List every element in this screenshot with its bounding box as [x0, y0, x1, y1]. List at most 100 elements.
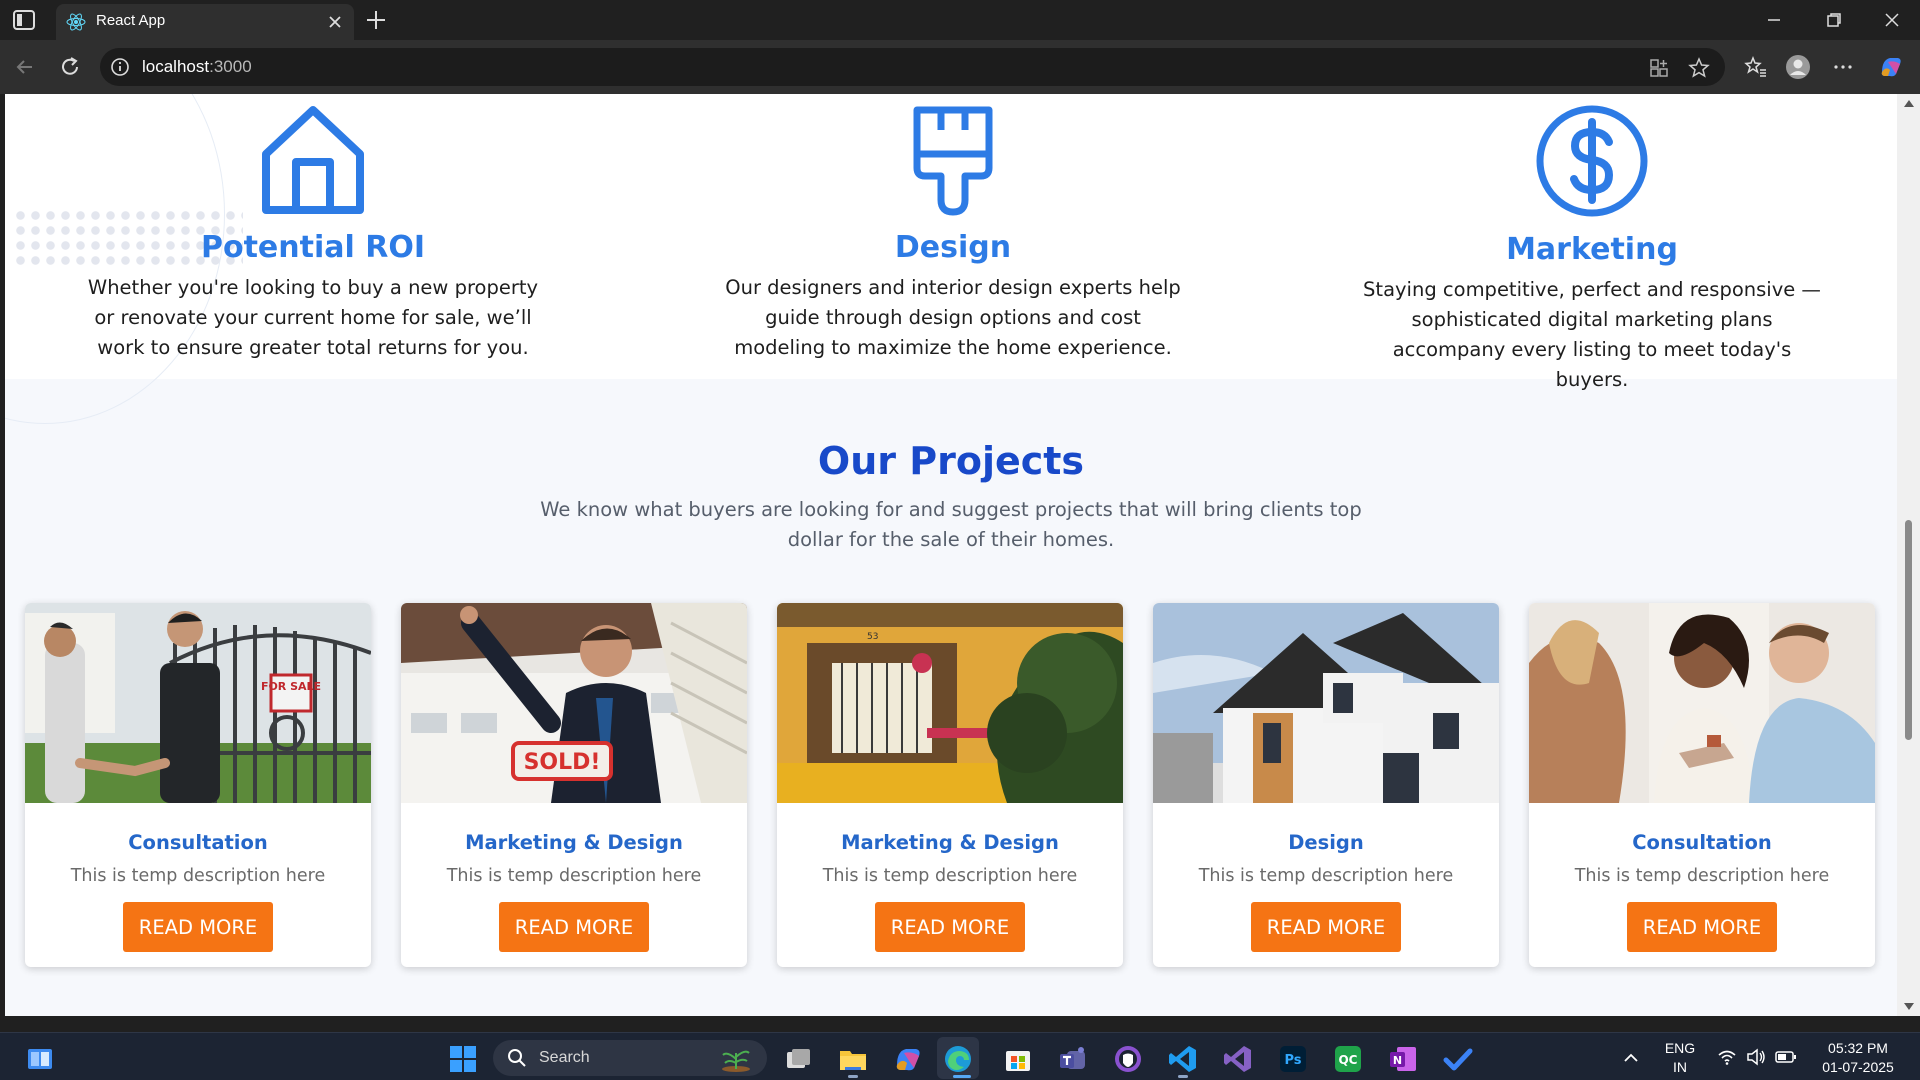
start-icon[interactable] [447, 1043, 479, 1075]
page-scrollbar[interactable] [1897, 94, 1920, 1016]
clock[interactable]: 05:32 PM 01-07-2025 [1810, 1039, 1906, 1077]
file-explorer-icon[interactable] [837, 1043, 869, 1075]
address-bar[interactable]: localhost:3000 [100, 48, 1725, 86]
minimize-icon[interactable] [1762, 8, 1786, 32]
clock-date: 01-07-2025 [1822, 1059, 1894, 1075]
page-viewport: Potential ROI Whether you're looking to … [5, 94, 1897, 1016]
svg-text:N: N [1393, 1054, 1402, 1067]
card-title: Consultation [128, 831, 268, 854]
restore-icon[interactable] [1822, 8, 1846, 32]
close-tab-icon[interactable] [326, 13, 344, 31]
project-photo-sold: SOLD! [401, 603, 747, 803]
windows-taskbar: Search Ps QC N ENG IN 05:32 PM 01-07-202… [0, 1032, 1920, 1080]
show-hidden-icons-chevron-icon[interactable] [1622, 1049, 1640, 1067]
service-title: Potential ROI [200, 230, 425, 265]
language-indicator[interactable]: ENG IN [1660, 1039, 1700, 1077]
new-tab-icon[interactable] [364, 8, 388, 32]
teams-icon[interactable] [1057, 1043, 1089, 1075]
service-description: Staying competitive, perfect and respons… [1363, 278, 1821, 391]
copilot-app-icon[interactable] [892, 1043, 924, 1075]
card-title: Marketing & Design [465, 831, 683, 854]
browser-tab-bar: React App [0, 0, 1920, 40]
site-info-icon[interactable] [110, 57, 130, 77]
task-view-icon[interactable] [782, 1043, 814, 1075]
sidebar-toggle-icon[interactable] [12, 9, 36, 31]
widgets-icon[interactable] [24, 1043, 56, 1075]
service-description: Whether you're looking to buy a new prop… [87, 276, 539, 359]
profile-avatar-icon[interactable] [1785, 54, 1811, 80]
photo-sign-text: SOLD! [524, 750, 601, 775]
project-card: 53 Marketing & Design This is temp descr… [777, 603, 1123, 967]
github-desktop-icon[interactable] [1112, 1043, 1144, 1075]
photo-sign-text: 53 [867, 632, 878, 642]
project-photo-handshake: FOR SALE [25, 603, 371, 803]
volume-icon[interactable] [1746, 1048, 1766, 1066]
paintbrush-icon [913, 106, 993, 216]
reload-icon[interactable] [57, 54, 83, 80]
project-photo-couple [1529, 603, 1875, 803]
favorites-icon[interactable] [1742, 54, 1768, 80]
dollar-circle-icon [1536, 105, 1648, 217]
battery-icon[interactable] [1775, 1049, 1797, 1065]
url-port: :3000 [209, 57, 252, 76]
onenote-icon[interactable]: N [1387, 1043, 1419, 1075]
scroll-up-arrow-icon[interactable] [1904, 100, 1914, 107]
search-label: Search [539, 1049, 590, 1066]
photo-sign-text: FOR SALE [261, 680, 321, 693]
project-card: FOR SALE Consultation This is temp descr… [25, 603, 371, 967]
app-available-icon[interactable] [1648, 57, 1670, 79]
active-indicator [953, 1075, 971, 1078]
active-indicator [848, 1075, 858, 1078]
taskbar-search[interactable]: Search [493, 1040, 767, 1076]
back-icon[interactable] [12, 54, 38, 80]
copilot-icon[interactable] [1878, 54, 1904, 80]
scroll-thumb[interactable] [1905, 520, 1912, 740]
wifi-icon[interactable] [1717, 1048, 1737, 1066]
service-potential-roi: Potential ROI Whether you're looking to … [63, 94, 563, 363]
project-cards: FOR SALE Consultation This is temp descr… [25, 603, 1885, 973]
projects-title: Our Projects [817, 439, 1085, 483]
project-card: Consultation This is temp description he… [1529, 603, 1875, 967]
browser-tab[interactable]: React App [56, 4, 354, 40]
browser-toolbar: localhost:3000 [0, 40, 1920, 94]
service-marketing: Marketing Staying competitive, perfect a… [1342, 94, 1842, 395]
vscode-icon[interactable] [1167, 1043, 1199, 1075]
more-options-icon[interactable] [1830, 54, 1856, 80]
service-design: Design Our designers and interior design… [703, 94, 1203, 363]
url-host: localhost [142, 57, 210, 76]
card-description: This is temp description here [822, 866, 1078, 886]
read-more-button[interactable]: READ MORE [499, 902, 649, 952]
close-window-icon[interactable] [1880, 8, 1904, 32]
url-text[interactable]: localhost:3000 [142, 57, 252, 77]
service-title: Marketing [1506, 232, 1678, 267]
read-more-button[interactable]: READ MORE [1627, 902, 1777, 952]
clock-time: 05:32 PM [1828, 1040, 1888, 1056]
project-photo-orange-house: 53 [777, 603, 1123, 803]
svg-text:QC: QC [1338, 1053, 1357, 1067]
service-title: Design [894, 230, 1012, 265]
service-description: Our designers and interior design expert… [725, 276, 1181, 359]
project-photo-modern-house [1153, 603, 1499, 803]
read-more-button[interactable]: READ MORE [1251, 902, 1401, 952]
photoshop-icon[interactable]: Ps [1277, 1043, 1309, 1075]
tab-title: React App [96, 12, 166, 29]
scroll-down-arrow-icon[interactable] [1904, 1003, 1914, 1010]
house-icon [262, 106, 364, 214]
language-code: ENG [1664, 1040, 1696, 1056]
card-title: Consultation [1632, 831, 1772, 854]
services-section: Potential ROI Whether you're looking to … [5, 94, 1897, 424]
visual-studio-icon[interactable] [1222, 1043, 1254, 1075]
react-logo-icon [66, 13, 86, 31]
favorite-star-icon[interactable] [1688, 57, 1710, 79]
qc-icon[interactable]: QC [1332, 1043, 1364, 1075]
microsoft-store-icon[interactable] [1002, 1043, 1034, 1075]
project-card: SOLD! Marketing & Design This is temp de… [401, 603, 747, 967]
read-more-button[interactable]: READ MORE [875, 902, 1025, 952]
active-indicator [1178, 1075, 1188, 1078]
card-title: Design [1288, 831, 1364, 854]
card-description: This is temp description here [1198, 866, 1454, 886]
todo-icon[interactable] [1442, 1043, 1474, 1075]
edge-icon[interactable] [942, 1043, 974, 1075]
read-more-button[interactable]: READ MORE [123, 902, 273, 952]
card-description: This is temp description here [70, 866, 326, 886]
